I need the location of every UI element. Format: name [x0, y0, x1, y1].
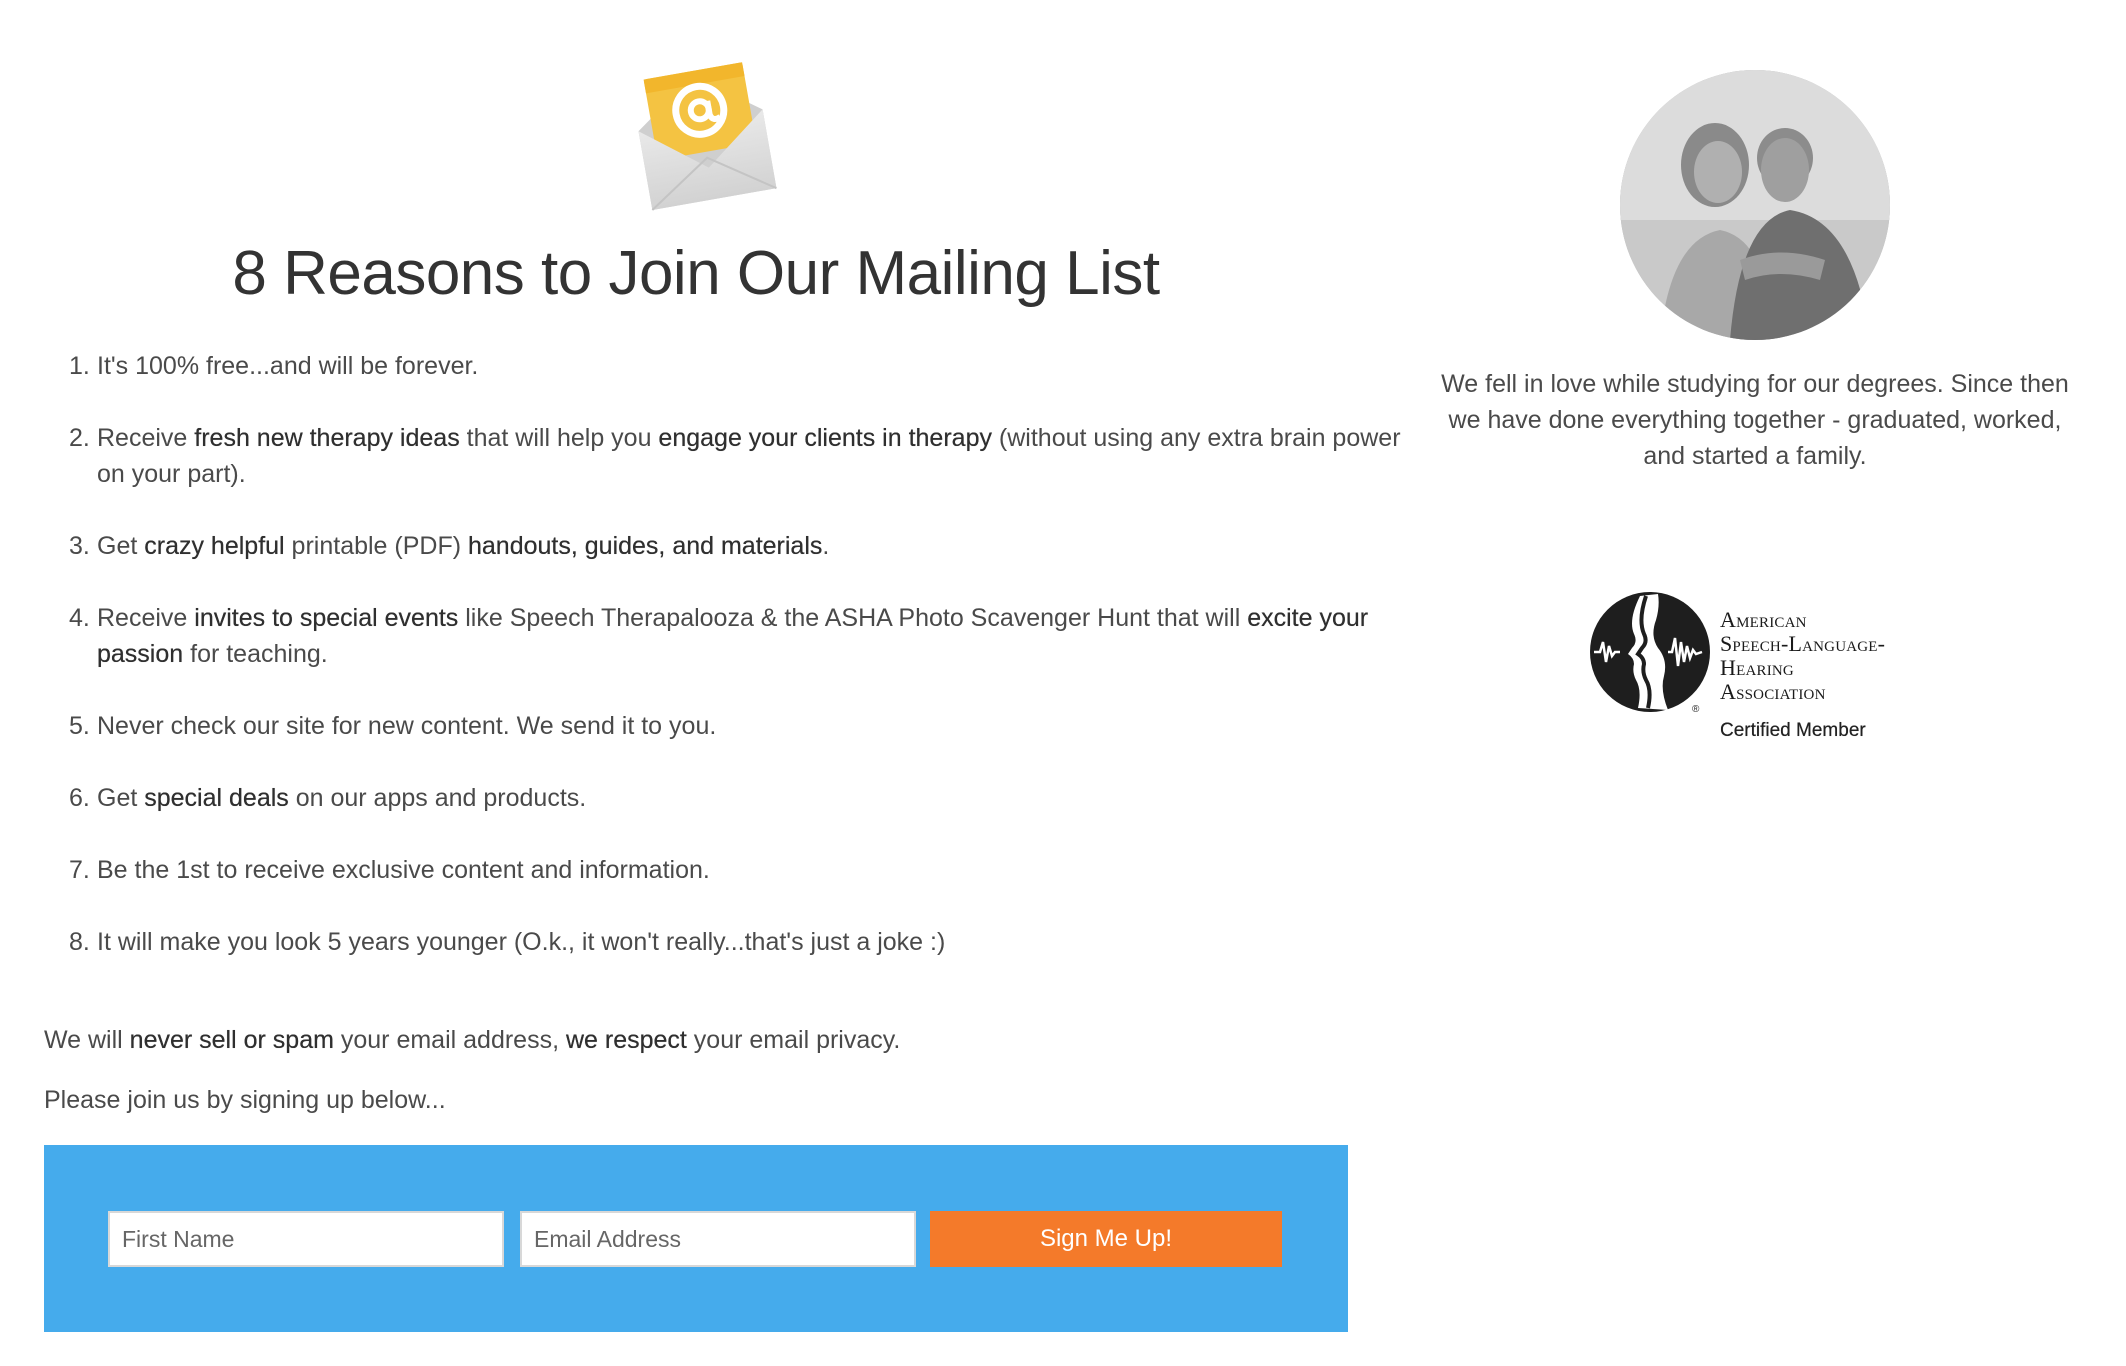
reason-text: Be the 1st to receive exclusive content …: [97, 856, 710, 884]
asha-logo-icon: ®: [1590, 592, 1710, 714]
reason-text: like Speech Therapalooza & the ASHA Phot…: [458, 604, 1248, 632]
reason-number: 6.: [69, 784, 90, 812]
reason-item: 3. Get crazy helpful printable (PDF) hand…: [69, 528, 1401, 564]
reason-text: that will help you: [459, 424, 659, 452]
about-us-text: We fell in love while studying for our d…: [1441, 370, 2069, 470]
page-title: 8 Reasons to Join Our Mailing List: [232, 239, 1160, 308]
privacy-text-2: your email address,: [333, 1026, 566, 1054]
reason-item: 1. It's 100% free...and will be forever.: [69, 348, 1401, 384]
reason-text: Receive: [97, 424, 195, 452]
reason-item: 2. Receive fresh new therapy ideas that w…: [69, 420, 1401, 492]
page: 8 Reasons to Join Our Mailing List 1. It'…: [0, 0, 2126, 1366]
asha-badge: ® American Speech-Language- Hearing Asso…: [1588, 590, 1928, 760]
reason-text: It's 100% free...and will be forever.: [97, 352, 479, 380]
reason-item: 5. Never check our site for new content. …: [69, 708, 1401, 744]
reason-number: 3.: [69, 532, 90, 560]
reason-number: 5.: [69, 712, 90, 740]
reason-emphasis: invites to special events: [194, 604, 459, 632]
reason-text: Get: [97, 784, 145, 812]
reason-emphasis: crazy helpful: [144, 532, 285, 560]
reason-item: 4. Receive invites to special events like…: [69, 600, 1401, 672]
privacy-text-3: your email privacy.: [686, 1026, 901, 1054]
privacy-emphasis-1: never sell or spam: [129, 1026, 334, 1054]
reason-number: 4.: [69, 604, 90, 632]
asha-name-line-4: Association: [1720, 679, 1826, 704]
reason-item: 6. Get special deals on our apps and prod…: [69, 780, 1401, 816]
first-name-input[interactable]: [108, 1211, 504, 1267]
reason-emphasis: engage your clients in therapy: [658, 424, 992, 452]
reason-text: for teaching.: [183, 640, 328, 668]
asha-name: American Speech-Language- Hearing Associ…: [1720, 608, 1885, 704]
reason-item: 7. Be the 1st to receive exclusive conten…: [69, 852, 1401, 888]
svg-text:®: ®: [1692, 704, 1700, 714]
reason-text: Get: [97, 532, 145, 560]
email-input[interactable]: [520, 1211, 916, 1267]
privacy-text-1: We will: [44, 1026, 130, 1054]
certified-member-label: Certified Member: [1720, 720, 1866, 741]
reason-number: 8.: [69, 928, 90, 956]
reason-text: Never check our site for new content. We…: [97, 712, 717, 740]
sign-up-button[interactable]: Sign Me Up!: [930, 1211, 1282, 1267]
couple-photo: [1620, 70, 1890, 340]
reason-text: on our apps and products.: [288, 784, 587, 812]
asha-name-line-2: Speech-Language-: [1720, 631, 1886, 656]
reason-emphasis: special deals: [144, 784, 289, 812]
reason-number: 7.: [69, 856, 90, 884]
reason-text: .: [822, 532, 830, 560]
reason-emphasis: fresh new therapy ideas: [194, 424, 460, 452]
reasons-list: 1. It's 100% free...and will be forever. 2…: [44, 348, 1401, 996]
reason-number: 2.: [69, 424, 90, 452]
reason-text: printable (PDF): [284, 532, 468, 560]
email-envelope-icon: [638, 62, 777, 211]
reason-number: 1.: [69, 352, 90, 380]
reason-item: 8. It will make you look 5 years younger …: [69, 924, 1401, 960]
reason-emphasis: handouts, guides, and materials: [468, 532, 823, 560]
join-prompt: Please join us by signing up below...: [44, 1086, 446, 1114]
signup-form: Sign Me Up!: [44, 1145, 1348, 1332]
reason-text: It will make you look 5 years younger (O…: [97, 928, 946, 956]
privacy-statement: We will never sell or spam your email ad…: [44, 1022, 900, 1058]
asha-name-line-1: American: [1720, 607, 1807, 632]
couple-photo-illustration: [1620, 70, 1890, 340]
privacy-emphasis-2: we respect: [565, 1026, 687, 1054]
reason-text: Receive: [97, 604, 195, 632]
asha-name-line-3: Hearing: [1720, 655, 1794, 680]
